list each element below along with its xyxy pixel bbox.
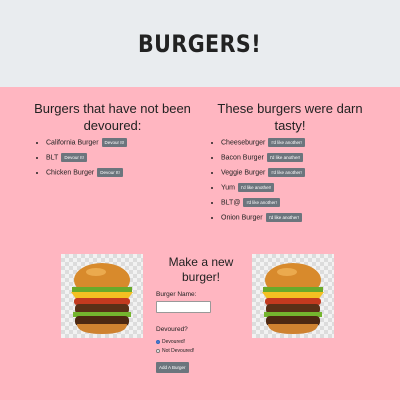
- burger-name: Onion Burger: [221, 214, 263, 222]
- devour-button[interactable]: Devour It!: [61, 153, 87, 162]
- devour-button[interactable]: Devour It!: [97, 168, 123, 177]
- burger-image: [252, 254, 334, 338]
- burger-name: BLT: [46, 154, 59, 162]
- list-item: BLTDevour It!: [46, 153, 195, 162]
- reorder-button[interactable]: I'd like another!: [266, 153, 304, 162]
- list-item: Veggie BurgerI'd like another!: [221, 168, 375, 177]
- burger-name: California Burger: [46, 139, 99, 147]
- not-devoured-section: Burgers that have not been devoured: Cal…: [30, 100, 195, 183]
- list-item: California BurgerDevour It!: [46, 138, 195, 147]
- burger-name: BLT@: [221, 199, 241, 207]
- radio-label: Devoured!: [162, 339, 186, 345]
- add-burger-button[interactable]: Add A Burger: [156, 362, 189, 373]
- list-item: YumI'd like another!: [221, 183, 375, 192]
- radio-option-not-devoured[interactable]: Not Devoured!: [156, 348, 246, 354]
- devoured-list: CheeseburgerI'd like another! Bacon Burg…: [205, 138, 375, 222]
- radio-button[interactable]: [156, 349, 160, 353]
- list-item: Chicken BurgerDevour It!: [46, 168, 195, 177]
- devoured-heading: These burgers were darn tasty!: [217, 101, 363, 133]
- list-item: CheeseburgerI'd like another!: [221, 138, 375, 147]
- reorder-button[interactable]: I'd like another!: [238, 183, 275, 192]
- devoured-label: Devoured?: [156, 326, 188, 333]
- reorder-button[interactable]: I'd like another!: [265, 213, 303, 222]
- devoured-section: These burgers were darn tasty! Cheesebur…: [205, 100, 375, 228]
- burger-name: Chicken Burger: [46, 169, 95, 177]
- page-title: BURGERS!: [138, 29, 262, 58]
- burger-name-input[interactable]: [156, 301, 211, 313]
- reorder-button[interactable]: I'd like another!: [268, 168, 305, 177]
- devour-button[interactable]: Devour It!: [101, 138, 128, 147]
- reorder-button[interactable]: I'd like another!: [268, 138, 305, 147]
- burger-image: [61, 254, 143, 338]
- page-header: BURGERS!: [0, 0, 400, 87]
- not-devoured-heading: Burgers that have not been devoured:: [34, 101, 191, 133]
- burger-name: Veggie Burger: [221, 169, 266, 177]
- list-item: Bacon BurgerI'd like another!: [221, 153, 375, 162]
- radio-button[interactable]: [156, 340, 160, 344]
- new-burger-form: Make a new burger! Burger Name: Devoured…: [156, 255, 246, 374]
- burger-name-label: Burger Name:: [156, 291, 197, 298]
- not-devoured-list: California BurgerDevour It! BLTDevour It…: [30, 138, 195, 177]
- form-heading: Make a new burger!: [168, 255, 234, 284]
- list-item: BLT@I'd like another!: [221, 198, 375, 207]
- burger-name: Bacon Burger: [221, 154, 264, 162]
- radio-option-devoured[interactable]: Devoured!: [156, 339, 246, 345]
- list-item: Onion BurgerI'd like another!: [221, 213, 375, 222]
- radio-label: Not Devoured!: [162, 348, 195, 354]
- burger-name: Cheeseburger: [221, 139, 266, 147]
- reorder-button[interactable]: I'd like another!: [243, 198, 280, 207]
- burger-name: Yum: [221, 184, 236, 192]
